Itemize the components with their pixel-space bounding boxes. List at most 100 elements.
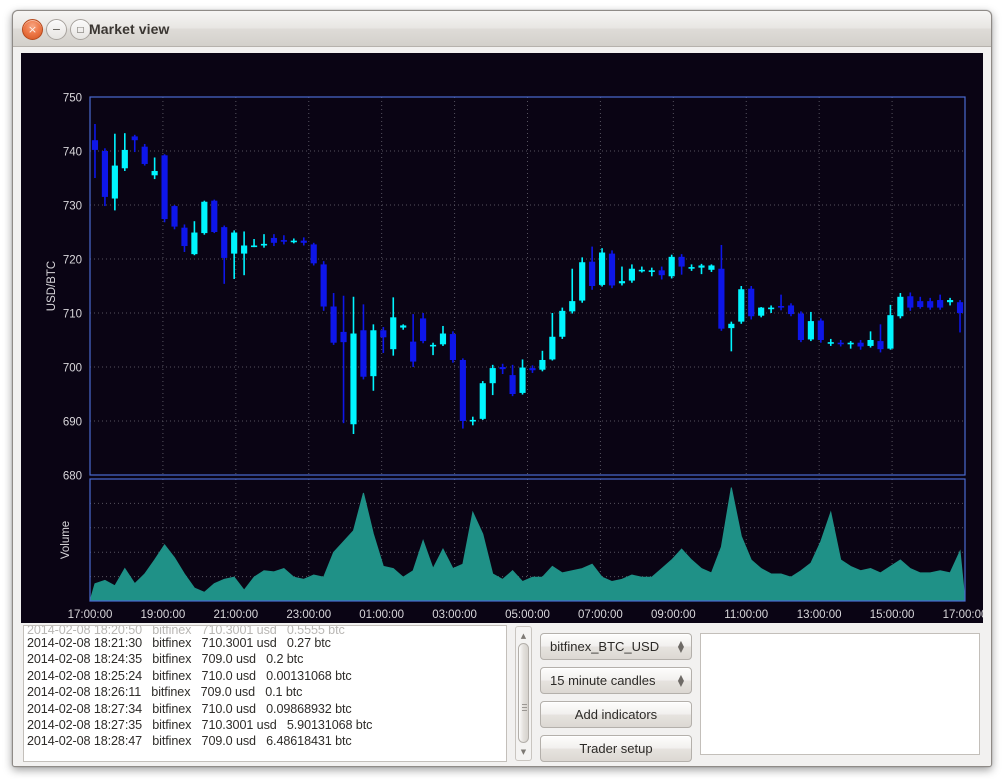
candle-body xyxy=(529,368,536,371)
candle-body xyxy=(837,342,844,345)
trade-log-row[interactable]: 2014-02-08 18:25:24 bitfinex 710.0 usd 0… xyxy=(24,668,506,684)
y-axis-title: USD/BTC xyxy=(46,261,58,311)
x-axis-tick-label: 21:00:00 xyxy=(213,609,258,621)
candle-body xyxy=(887,315,894,349)
candle-body xyxy=(618,281,626,284)
y-axis-tick-label: 680 xyxy=(63,471,82,483)
candle-body xyxy=(847,342,854,345)
candle-body xyxy=(410,341,417,362)
chart-canvas[interactable]: 17:00:00 19:00:00 21:00:00 23:00:00 01:00:00… xyxy=(21,53,983,623)
window-title: Market view xyxy=(89,21,170,37)
candle-body xyxy=(738,289,745,322)
candle-body xyxy=(569,301,576,312)
candle-body xyxy=(390,317,397,350)
trade-log-row[interactable]: 2014-02-08 18:27:34 bitfinex 710.0 usd 0… xyxy=(24,701,506,717)
candle-body xyxy=(449,334,456,360)
x-axis-tick-label: 19:00:00 xyxy=(141,609,186,621)
candle-body xyxy=(698,265,705,268)
trade-log-row[interactable]: 2014-02-08 18:27:35 bitfinex 710.3001 us… xyxy=(24,717,506,733)
candle-body xyxy=(877,341,884,350)
trade-log-row[interactable]: 2014-02-08 18:21:30 bitfinex 710.3001 us… xyxy=(24,635,506,651)
candle-body xyxy=(549,336,556,360)
trade-log-row[interactable]: 2014-02-08 18:26:11 bitfinex 709.0 usd 0… xyxy=(24,684,506,700)
candle-body xyxy=(161,155,168,220)
controls-column: bitfinex_BTC_USD ▲ ▼ 15 minute candles ▲… xyxy=(540,633,692,762)
minimize-glyph: − xyxy=(51,23,62,36)
candle-body xyxy=(718,268,725,329)
x-axis-tick-label: 15:00:00 xyxy=(870,609,915,621)
y-axis-tick-label: 710 xyxy=(63,309,82,321)
candle-body xyxy=(221,227,228,258)
candle-body xyxy=(260,243,268,246)
candle-body xyxy=(519,367,526,393)
scroll-down-icon[interactable]: ▼ xyxy=(516,744,531,759)
x-axis-tick-label: 17:00:00 xyxy=(943,609,983,621)
x-axis-tick-label: 23:00:00 xyxy=(286,609,331,621)
add-indicators-button[interactable]: Add indicators xyxy=(540,701,692,728)
x-axis-tick-label: 13:00:00 xyxy=(797,609,842,621)
x-axis-tick-label: 09:00:00 xyxy=(651,609,696,621)
maximize-icon[interactable]: □ xyxy=(70,19,91,40)
candle-body xyxy=(250,245,258,248)
app-root: × − □ Market view 17:00:00 19:00:00 21:00:… xyxy=(0,0,1004,779)
candle-body xyxy=(956,302,964,313)
candle-body xyxy=(330,306,337,343)
candle-body xyxy=(947,300,954,303)
candle-body xyxy=(897,296,904,317)
window-titlebar[interactable]: × − □ Market view xyxy=(13,11,991,47)
candle-body xyxy=(668,256,675,277)
candle-body xyxy=(469,419,476,422)
candle-body xyxy=(867,340,874,346)
timeframe-select[interactable]: 15 minute candles ▲ ▼ xyxy=(540,667,692,694)
candle-body xyxy=(589,261,596,286)
candle-body xyxy=(598,252,606,285)
candle-body xyxy=(429,344,437,347)
timeframe-select-spinner-icon[interactable]: ▲ ▼ xyxy=(678,673,684,687)
candle-body xyxy=(489,368,496,384)
candle-body xyxy=(638,269,645,272)
scrollbar-thumb[interactable] xyxy=(518,643,529,743)
y-axis-tick-label: 750 xyxy=(63,93,82,105)
candle-body xyxy=(320,264,327,307)
volume-axis-title: Volume xyxy=(60,521,72,559)
candle-body xyxy=(300,240,307,243)
y-axis-tick-label: 740 xyxy=(63,147,82,159)
candle-body xyxy=(151,170,158,176)
market-view-window: × − □ Market view 17:00:00 19:00:00 21:00:… xyxy=(12,10,992,767)
scrollbar-grip-icon xyxy=(522,704,527,713)
x-axis-tick-label: 11:00:00 xyxy=(724,609,768,621)
candle-body xyxy=(340,331,347,343)
spinner-down-glyph: ▼ xyxy=(677,644,684,654)
candle-body xyxy=(787,305,795,315)
candle-body xyxy=(807,321,814,340)
candle-body xyxy=(628,268,635,281)
close-icon[interactable]: × xyxy=(22,19,43,40)
minimize-icon[interactable]: − xyxy=(46,19,67,40)
trader-setup-button[interactable]: Trader setup xyxy=(540,735,692,762)
candle-body xyxy=(917,301,924,308)
trade-log-row[interactable]: 2014-02-08 18:28:47 bitfinex 709.0 usd 6… xyxy=(24,733,506,749)
candle-body xyxy=(370,330,377,377)
candle-body xyxy=(768,307,775,310)
y-axis-tick-label: 690 xyxy=(63,417,82,429)
x-axis-tick-label: 01:00:00 xyxy=(359,609,404,621)
trade-log-row[interactable]: 2014-02-08 18:24:35 bitfinex 709.0 usd 0… xyxy=(24,651,506,667)
candle-body xyxy=(241,245,248,254)
candle-body xyxy=(101,151,108,197)
trade-log-list[interactable]: 2014-02-08 18:20:50 bitfinex 710.3001 us… xyxy=(23,625,507,762)
trade-log-row[interactable]: 2014-02-08 18:20:50 bitfinex 710.3001 us… xyxy=(24,626,506,635)
candle-body xyxy=(539,359,546,370)
market-select-spinner-icon[interactable]: ▲ ▼ xyxy=(677,639,684,654)
market-select[interactable]: bitfinex_BTC_USD ▲ ▼ xyxy=(540,633,692,660)
x-axis-tick-label: 03:00:00 xyxy=(432,609,477,621)
candle-body xyxy=(777,305,785,308)
indicator-panel[interactable] xyxy=(700,633,980,755)
candle-body xyxy=(280,240,287,242)
candle-body xyxy=(479,383,486,419)
x-axis-tick-label: 07:00:00 xyxy=(578,609,623,621)
scroll-up-icon[interactable]: ▲ xyxy=(516,628,531,643)
trade-log-scrollbar[interactable]: ▲ ▼ xyxy=(515,626,532,761)
candle-body xyxy=(608,253,616,286)
candle-body xyxy=(290,240,297,243)
market-select-value: bitfinex_BTC_USD xyxy=(550,639,660,654)
